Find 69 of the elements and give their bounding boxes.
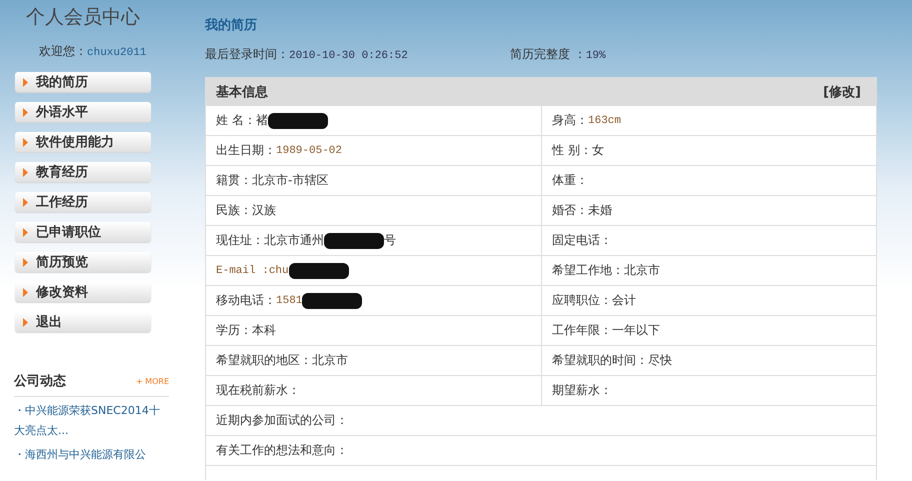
- triangle-icon: [23, 78, 28, 86]
- field-value: 褚: [256, 112, 268, 129]
- menu-item[interactable]: 修改资料: [15, 282, 151, 302]
- page-heading: 我的简历: [205, 17, 258, 35]
- welcome-label: 欢迎您：: [39, 44, 87, 58]
- field-label: 民族：: [216, 202, 252, 219]
- menu-item[interactable]: 软件使用能力: [15, 132, 151, 152]
- field-label: 姓 名：: [216, 112, 256, 129]
- triangle-icon: [23, 138, 28, 146]
- field-value: chu: [268, 264, 289, 276]
- menu-item[interactable]: 外语水平: [15, 102, 151, 122]
- field-label: 希望就职的地区：: [216, 352, 312, 369]
- field-label: 希望工作地：: [552, 262, 624, 279]
- field-value: 女: [592, 142, 604, 159]
- field-value: 会计: [612, 292, 636, 309]
- triangle-icon: [23, 108, 28, 116]
- field-label: 希望就职的时间：: [552, 352, 648, 369]
- field-label: 体重：: [552, 172, 588, 189]
- triangle-icon: [23, 198, 28, 206]
- field-label: 婚否：: [552, 202, 588, 219]
- edit-link[interactable]: [修改]: [823, 82, 861, 100]
- field-label: 身高：: [552, 112, 588, 129]
- field-value: 163cm: [588, 114, 622, 126]
- field-value: 北京市通州: [264, 232, 324, 249]
- triangle-icon: [23, 258, 28, 266]
- triangle-icon: [23, 228, 28, 236]
- triangle-icon: [23, 168, 28, 176]
- field-label: 现在税前薪水：: [216, 382, 300, 399]
- field-label: 学历：: [216, 322, 252, 339]
- field-value: 号: [384, 232, 396, 249]
- field-value: 北京市: [312, 352, 348, 369]
- menu-item[interactable]: 已申请职位: [15, 222, 151, 242]
- field-value: 汉族: [252, 202, 276, 219]
- field-label: 期望薪水：: [552, 382, 612, 399]
- field-value: 本科: [252, 322, 276, 339]
- field-value: 北京市: [624, 262, 660, 279]
- field-label: 移动电话：: [216, 292, 276, 309]
- completeness-value: 19%: [586, 50, 606, 62]
- field-value: 1989-05-02: [276, 144, 342, 156]
- site-title: 个人会员中心: [25, 5, 141, 30]
- completeness-label: 简历完整度 ：: [510, 47, 586, 61]
- field-value: 一年以下: [612, 322, 660, 339]
- news-link[interactable]: ・中兴能源荣获SNEC2014十大亮点太...: [14, 401, 169, 441]
- news-link[interactable]: ・海西州与中兴能源有限公: [14, 445, 169, 465]
- field-value: 1581: [276, 294, 302, 306]
- field-label: 现住址：: [216, 232, 264, 249]
- triangle-icon: [23, 318, 28, 326]
- field-label: 性 别：: [552, 142, 592, 159]
- menu-item[interactable]: 退出: [15, 312, 151, 332]
- field-label: 出生日期：: [216, 142, 276, 159]
- field-value: 尽快: [648, 352, 672, 369]
- field-label: 近期内参加面试的公司：: [216, 412, 348, 429]
- section-heading: 公司动态: [14, 373, 66, 390]
- login-label: 最后登录时间：: [205, 47, 289, 61]
- field-label: 籍贯：: [216, 172, 252, 189]
- field-label: 固定电话：: [552, 232, 612, 249]
- field-label: 应聘职位：: [552, 292, 612, 309]
- login-time: 2010-10-30 0:26:52: [289, 50, 408, 62]
- menu-item[interactable]: 简历预览: [15, 252, 151, 272]
- menu-item[interactable]: 教育经历: [15, 162, 151, 182]
- field-label: 有关工作的想法和意向：: [216, 442, 348, 459]
- field-label: E-mail :: [216, 264, 269, 276]
- field-label: 工作年限：: [552, 322, 612, 339]
- menu-item[interactable]: 我的简历: [15, 72, 151, 92]
- field-value: 北京市-市辖区: [252, 172, 328, 189]
- table-title: 基本信息: [216, 84, 268, 100]
- triangle-icon: [23, 288, 28, 296]
- menu-item[interactable]: 工作经历: [15, 192, 151, 212]
- field-value: 未婚: [588, 202, 612, 219]
